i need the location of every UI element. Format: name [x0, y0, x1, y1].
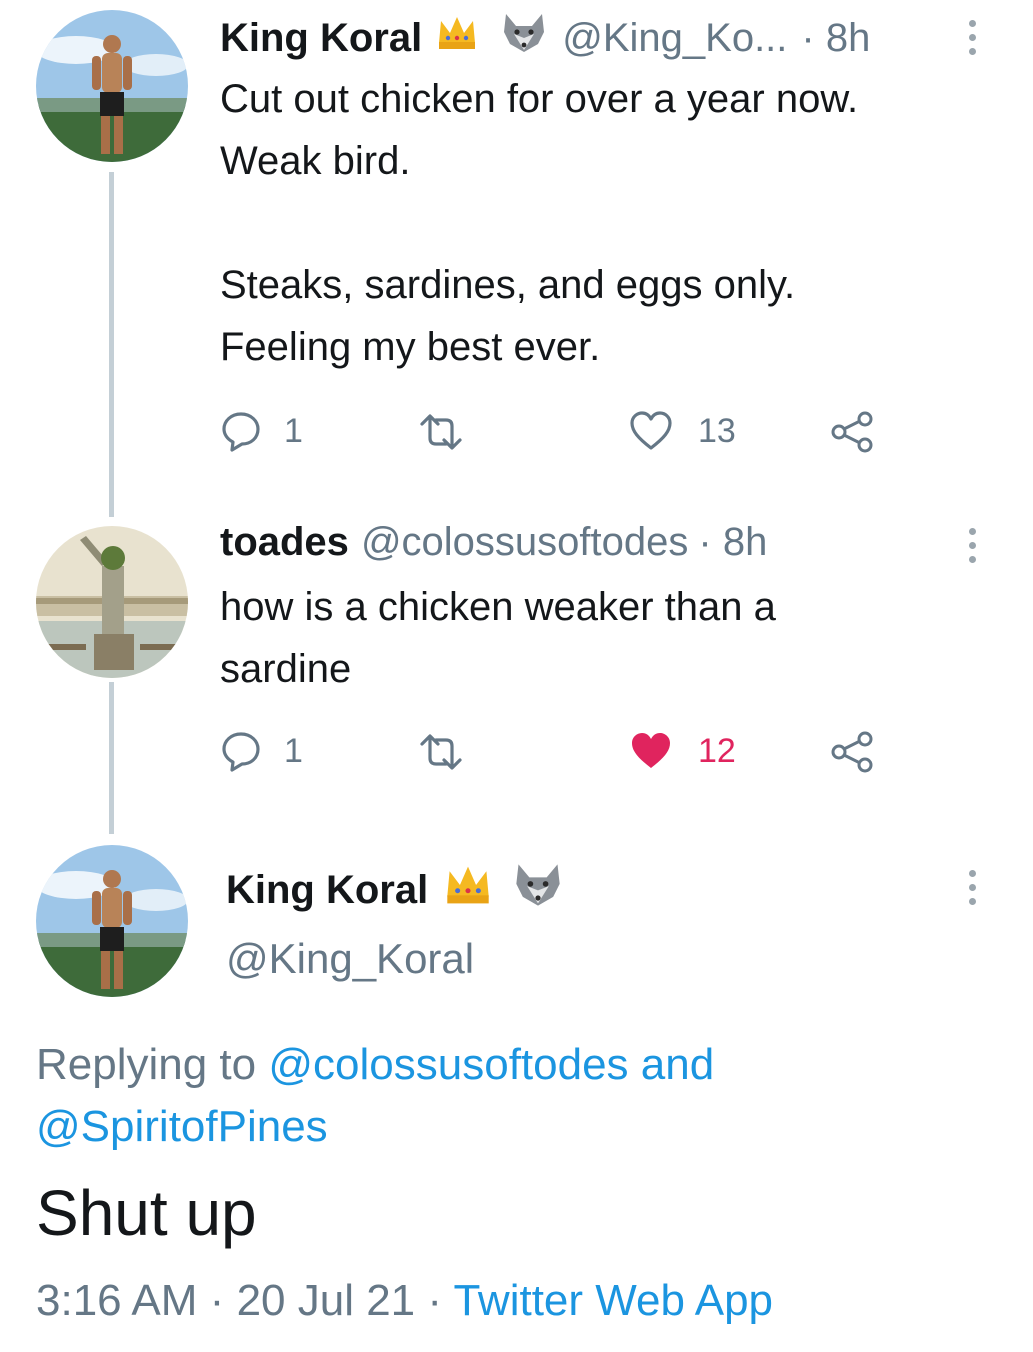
- share-button[interactable]: [830, 730, 876, 774]
- heart-icon: [628, 410, 674, 452]
- replying-to: Replying to @colossusoftodes and @Spirit…: [36, 1034, 936, 1158]
- tweet-1-header: King Koral @King_Ko... · 8h: [220, 12, 870, 64]
- tweet-text-line: Weak bird.: [220, 139, 411, 183]
- timestamp[interactable]: · 8h: [801, 16, 870, 61]
- replying-and: and: [640, 1040, 715, 1089]
- crown-icon: [442, 862, 494, 918]
- reply-count: 1: [284, 411, 303, 450]
- handle[interactable]: @colossusoftodes: [361, 520, 688, 565]
- display-name[interactable]: King Koral: [220, 16, 422, 61]
- handle[interactable]: @King_Koral: [226, 935, 474, 983]
- reply-icon: [220, 730, 262, 772]
- mention-link[interactable]: @colossusoftodes: [268, 1040, 628, 1089]
- tweet-3-text: Shut up: [36, 1177, 257, 1249]
- tweet-text-line: Feeling my best ever.: [220, 325, 601, 369]
- retweet-button[interactable]: [416, 732, 466, 772]
- thread-line-1: [109, 172, 114, 517]
- share-icon: [830, 730, 876, 774]
- thread-line-2: [109, 682, 114, 834]
- replying-prefix: Replying to: [36, 1040, 257, 1089]
- tweet-2-text: how is a chicken weaker than a sardine: [220, 576, 776, 700]
- display-name[interactable]: King Koral: [226, 868, 428, 913]
- more-options-button[interactable]: [966, 870, 978, 905]
- reply-icon: [220, 410, 262, 452]
- wolf-icon: [500, 12, 548, 64]
- reply-button[interactable]: 1: [220, 730, 303, 772]
- wolf-icon: [512, 862, 564, 918]
- timestamp[interactable]: · 8h: [698, 520, 767, 565]
- more-options-button[interactable]: [966, 528, 978, 563]
- reply-button[interactable]: 1: [220, 410, 303, 452]
- like-button[interactable]: 12: [628, 730, 736, 772]
- tweet-1-text: Cut out chicken for over a year now. Wea…: [220, 68, 858, 378]
- retweet-icon: [416, 732, 466, 772]
- tweet-source-link[interactable]: Twitter Web App: [453, 1276, 773, 1325]
- meta-separator: ·: [209, 1276, 225, 1325]
- handle[interactable]: @King_Ko...: [562, 16, 787, 61]
- reply-count: 1: [284, 731, 303, 770]
- tweet-text-line: Cut out chicken for over a year now.: [220, 77, 859, 121]
- tweet-text-line: sardine: [220, 647, 352, 691]
- crown-icon: [436, 13, 478, 63]
- retweet-icon: [416, 412, 466, 452]
- like-count: 13: [698, 411, 736, 450]
- tweet-meta: 3:16 AM · 20 Jul 21 · Twitter Web App: [36, 1276, 773, 1326]
- share-icon: [830, 410, 876, 454]
- like-count: 12: [698, 731, 736, 770]
- tweet-date[interactable]: 20 Jul 21: [237, 1276, 416, 1325]
- share-button[interactable]: [830, 410, 876, 454]
- mention-link[interactable]: @SpiritofPines: [36, 1102, 328, 1151]
- tweet-text-line: Steaks, sardines, and eggs only.: [220, 263, 796, 307]
- retweet-button[interactable]: [416, 412, 466, 452]
- avatar[interactable]: [36, 10, 188, 162]
- like-button[interactable]: 13: [628, 410, 736, 452]
- meta-separator: ·: [427, 1276, 443, 1325]
- heart-filled-icon: [628, 730, 674, 772]
- avatar[interactable]: [36, 845, 188, 997]
- tweet-time[interactable]: 3:16 AM: [36, 1276, 197, 1325]
- tweet-2-header: toades @colossusoftodes · 8h: [220, 520, 767, 565]
- avatar[interactable]: [36, 526, 188, 678]
- tweet-3-name-row: King Koral: [226, 862, 564, 918]
- display-name[interactable]: toades: [220, 520, 349, 565]
- more-options-button[interactable]: [966, 20, 978, 55]
- tweet-text-line: how is a chicken weaker than a: [220, 585, 776, 629]
